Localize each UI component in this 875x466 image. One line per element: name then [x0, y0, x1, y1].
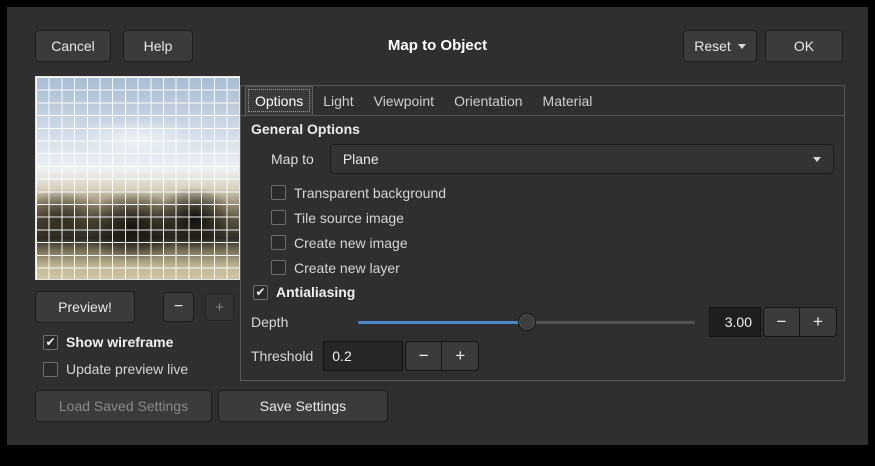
create-new-image-checkbox[interactable]: ✔ Create new image — [271, 230, 844, 255]
window-frame: Cancel Help Map to Object Reset OK Previ… — [0, 0, 875, 466]
preview-image[interactable] — [35, 76, 240, 280]
check-icon: ✔ — [45, 336, 55, 348]
preview-button[interactable]: Preview! — [35, 291, 135, 323]
show-wireframe-checkbox[interactable]: ✔ Show wireframe — [43, 334, 173, 350]
depth-increment-button[interactable]: + — [800, 307, 837, 337]
transparent-background-checkbox[interactable]: ✔ Transparent background — [271, 180, 844, 205]
chevron-down-icon — [738, 44, 746, 49]
options-panel: Options Light Viewpoint Orientation Mate… — [240, 85, 845, 381]
checkbox-label: Create new image — [294, 235, 408, 251]
depth-value[interactable]: 3.00 — [709, 307, 761, 337]
minus-icon: − — [419, 346, 429, 366]
tile-source-image-checkbox[interactable]: ✔ Tile source image — [271, 205, 844, 230]
threshold-decrement-button[interactable]: − — [405, 341, 442, 371]
plus-icon: + — [215, 299, 224, 316]
cancel-button[interactable]: Cancel — [35, 30, 111, 62]
depth-row: Depth 3.00 − + — [241, 304, 844, 339]
help-button[interactable]: Help — [123, 30, 193, 62]
load-saved-settings-button[interactable]: Load Saved Settings — [35, 390, 212, 422]
map-to-dropdown[interactable]: Plane — [330, 144, 834, 174]
update-preview-live-label: Update preview live — [66, 361, 188, 377]
plus-icon: + — [455, 346, 465, 366]
plus-icon: + — [813, 312, 823, 332]
minus-icon: − — [777, 312, 787, 332]
tab-bar: Options Light Viewpoint Orientation Mate… — [241, 86, 844, 116]
save-settings-button[interactable]: Save Settings — [218, 390, 388, 422]
depth-slider[interactable] — [358, 313, 695, 331]
check-icon: ✔ — [255, 286, 265, 298]
checkbox-icon: ✔ — [43, 362, 58, 377]
zoom-in-button[interactable]: + — [205, 293, 234, 321]
map-to-row: Map to Plane — [271, 143, 834, 175]
tab-orientation[interactable]: Orientation — [444, 86, 532, 115]
map-to-value: Plane — [343, 151, 813, 167]
checkbox-icon: ✔ — [271, 260, 286, 275]
checkbox-icon: ✔ — [253, 285, 268, 300]
zoom-out-button[interactable]: − — [163, 292, 194, 322]
reset-button[interactable]: Reset — [683, 30, 757, 62]
threshold-label: Threshold — [251, 348, 313, 364]
reset-label: Reset — [694, 38, 731, 54]
depth-label: Depth — [251, 314, 288, 330]
checkbox-icon: ✔ — [271, 210, 286, 225]
update-preview-live-checkbox[interactable]: ✔ Update preview live — [43, 361, 188, 377]
checkbox-icon: ✔ — [271, 185, 286, 200]
map-to-label: Map to — [271, 151, 314, 167]
minus-icon: − — [174, 298, 183, 316]
checkbox-label: Tile source image — [294, 210, 404, 226]
depth-decrement-button[interactable]: − — [763, 307, 800, 337]
threshold-row: Threshold − + — [241, 339, 844, 373]
antialiasing-checkbox[interactable]: ✔ Antialiasing — [253, 280, 844, 304]
slider-fill — [358, 321, 526, 324]
checkbox-label: Create new layer — [294, 260, 400, 276]
threshold-increment-button[interactable]: + — [442, 341, 479, 371]
tab-light[interactable]: Light — [313, 86, 363, 115]
tab-options[interactable]: Options — [245, 86, 313, 115]
checkbox-icon: ✔ — [43, 335, 58, 350]
create-new-layer-checkbox[interactable]: ✔ Create new layer — [271, 255, 844, 280]
checkbox-label: Transparent background — [294, 185, 446, 201]
tab-viewpoint[interactable]: Viewpoint — [364, 86, 444, 115]
general-options-heading: General Options — [241, 116, 844, 141]
checkbox-icon: ✔ — [271, 235, 286, 250]
slider-handle[interactable] — [518, 313, 536, 331]
show-wireframe-label: Show wireframe — [66, 334, 173, 350]
tab-material[interactable]: Material — [533, 86, 603, 115]
ok-button[interactable]: OK — [765, 30, 843, 62]
chevron-down-icon — [813, 157, 821, 162]
map-to-object-dialog: Cancel Help Map to Object Reset OK Previ… — [7, 7, 868, 445]
threshold-input[interactable] — [323, 341, 403, 371]
antialiasing-label: Antialiasing — [276, 284, 355, 300]
